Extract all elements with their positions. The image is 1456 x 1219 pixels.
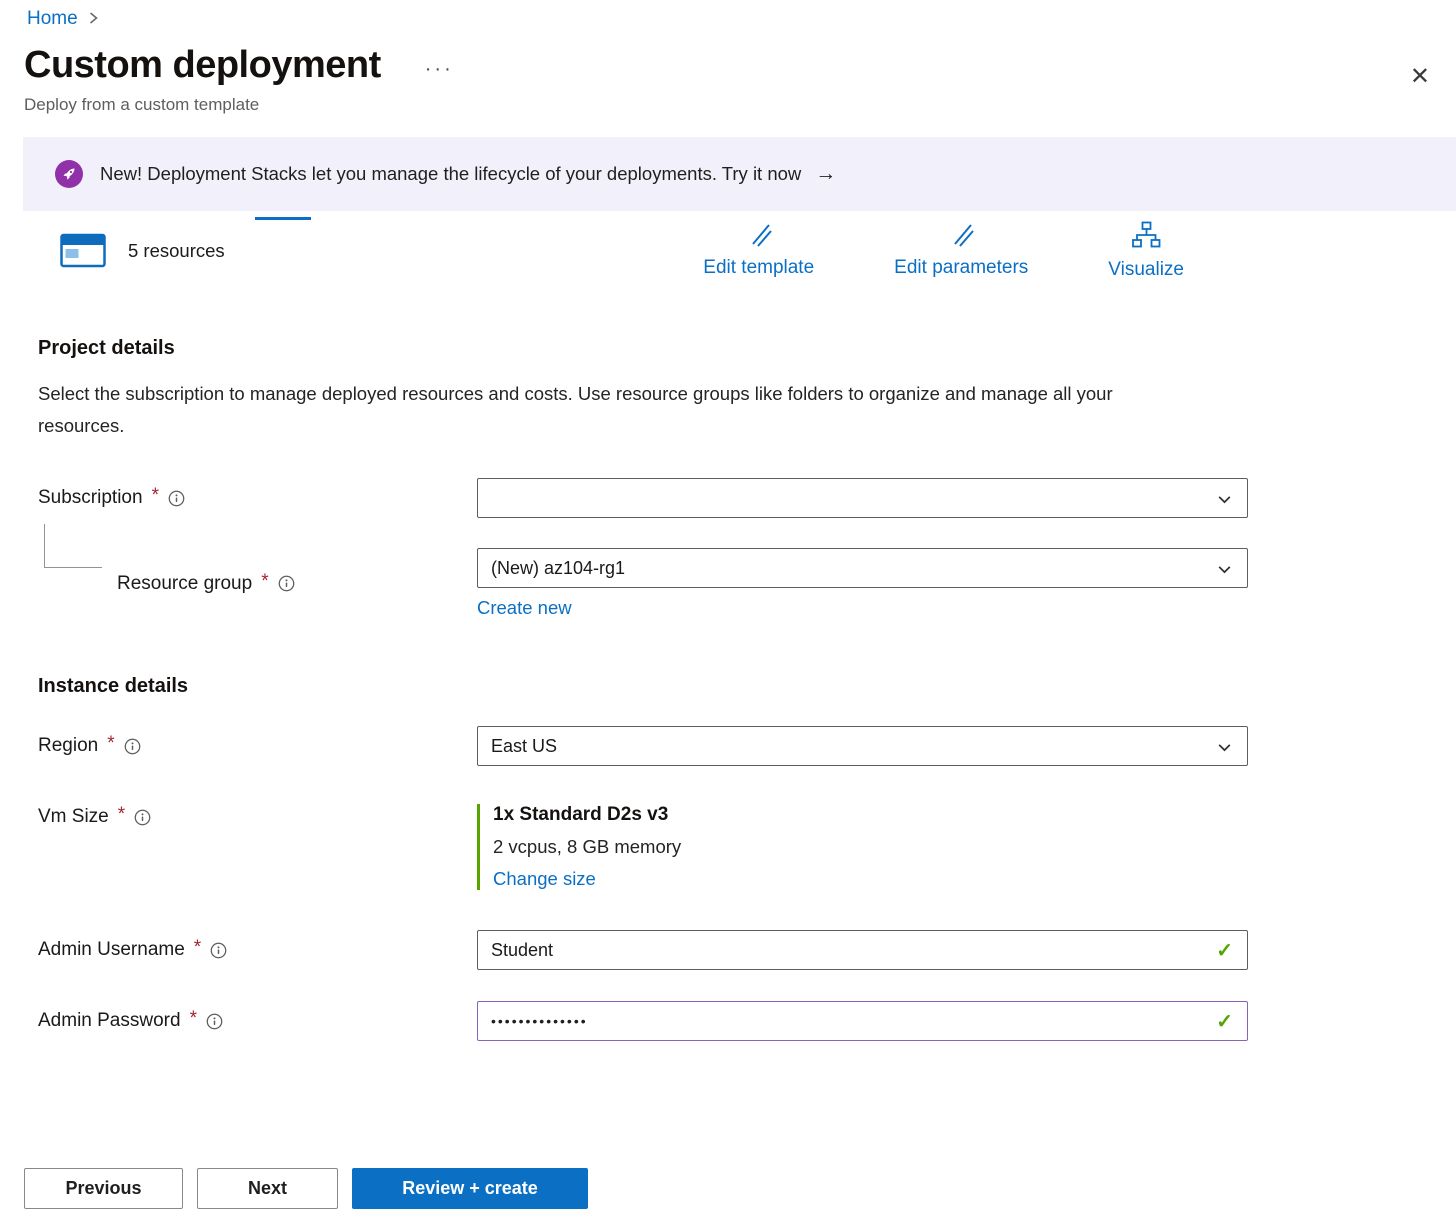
vm-size-summary: 1x Standard D2s v3 2 vcpus, 8 GB memory … (477, 804, 1248, 890)
chevron-down-icon (1216, 739, 1233, 761)
truncated-link-fragment (255, 217, 311, 220)
subscription-connector-line (44, 524, 102, 568)
title-row: Custom deployment ··· (0, 30, 1456, 87)
more-options-button[interactable]: ··· (425, 58, 454, 81)
admin-password-label: Admin Password (38, 1010, 181, 1032)
edit-parameters-button[interactable]: Edit parameters (894, 221, 1028, 281)
vm-size-detail: 2 vcpus, 8 GB memory (493, 836, 1248, 858)
template-bar: 5 resources Edit template Edit parameter… (0, 215, 1456, 287)
page-title: Custom deployment (24, 44, 381, 87)
breadcrumb: Home (0, 0, 1456, 30)
chevron-down-icon (1216, 491, 1233, 513)
custom-deployment-page: Home Custom deployment ··· ✕ Deploy from… (0, 0, 1456, 1219)
wizard-footer: Previous Next Review + create (24, 1168, 588, 1209)
edit-template-button[interactable]: Edit template (703, 221, 814, 281)
edit-parameters-label: Edit parameters (894, 257, 1028, 279)
admin-username-input[interactable] (477, 930, 1248, 970)
vm-size-label: Vm Size (38, 806, 109, 828)
visualize-button[interactable]: Visualize (1108, 221, 1184, 281)
template-icon (60, 230, 106, 273)
previous-button[interactable]: Previous (24, 1168, 183, 1209)
subscription-label: Subscription (38, 487, 143, 509)
valid-check-icon: ✓ (1216, 938, 1233, 963)
project-details-description: Select the subscription to manage deploy… (38, 378, 1188, 442)
next-button[interactable]: Next (197, 1168, 338, 1209)
admin-username-row: Admin Username * ✓ (38, 930, 1456, 970)
region-row: Region * East US (38, 726, 1456, 766)
info-icon[interactable] (168, 490, 185, 507)
info-icon[interactable] (124, 738, 141, 755)
required-marker: * (261, 571, 268, 593)
resource-group-value: (New) az104-rg1 (491, 558, 625, 579)
info-icon[interactable] (278, 575, 295, 592)
project-details-heading: Project details (38, 337, 1456, 360)
required-marker: * (118, 804, 125, 826)
region-value: East US (491, 736, 557, 757)
resource-group-label: Resource group (117, 573, 252, 595)
pencil-icon (745, 221, 773, 252)
instance-details-heading: Instance details (38, 675, 1456, 698)
visualize-label: Visualize (1108, 259, 1184, 281)
change-size-link[interactable]: Change size (493, 868, 596, 890)
region-label: Region (38, 735, 98, 757)
deployment-stacks-banner[interactable]: New! Deployment Stacks let you manage th… (23, 137, 1456, 211)
review-create-button[interactable]: Review + create (352, 1168, 588, 1209)
admin-username-label: Admin Username (38, 939, 185, 961)
vm-size-row: Vm Size * 1x Standard D2s v3 2 vcpus, 8 … (38, 804, 1456, 890)
admin-password-row: Admin Password * ✓ (38, 1001, 1456, 1041)
banner-message: New! Deployment Stacks let you manage th… (100, 163, 801, 185)
edit-template-label: Edit template (703, 257, 814, 279)
region-dropdown[interactable]: East US (477, 726, 1248, 766)
admin-password-input[interactable] (477, 1001, 1248, 1041)
required-marker: * (190, 1008, 197, 1030)
required-marker: * (107, 733, 114, 755)
info-icon[interactable] (134, 809, 151, 826)
required-marker: * (152, 485, 159, 507)
template-summary: 5 resources (60, 230, 225, 273)
breadcrumb-chevron-icon (88, 11, 99, 29)
breadcrumb-home-link[interactable]: Home (27, 8, 78, 30)
info-icon[interactable] (210, 942, 227, 959)
arrow-right-icon[interactable]: → (815, 162, 836, 186)
form-content: Project details Select the subscription … (0, 337, 1456, 1041)
info-icon[interactable] (206, 1013, 223, 1030)
chevron-down-icon (1216, 561, 1233, 583)
vm-size-title: 1x Standard D2s v3 (493, 804, 1248, 826)
subscription-row: Subscription * (38, 478, 1456, 518)
rocket-icon (55, 160, 83, 188)
resource-group-row: Resource group * (New) az104-rg1 Create … (38, 548, 1456, 619)
close-icon[interactable]: ✕ (1410, 62, 1430, 91)
resource-group-dropdown[interactable]: (New) az104-rg1 (477, 548, 1248, 588)
required-marker: * (194, 937, 201, 959)
pencil-icon (947, 221, 975, 252)
sitemap-icon (1131, 221, 1161, 254)
subscription-dropdown[interactable] (477, 478, 1248, 518)
template-actions: Edit template Edit parameters Visua (703, 221, 1184, 281)
create-new-link[interactable]: Create new (477, 597, 572, 619)
resources-count: 5 resources (128, 240, 225, 262)
valid-check-icon: ✓ (1216, 1009, 1233, 1034)
page-subtitle: Deploy from a custom template (0, 87, 1456, 115)
subscription-group: Subscription * Res (38, 478, 1456, 619)
